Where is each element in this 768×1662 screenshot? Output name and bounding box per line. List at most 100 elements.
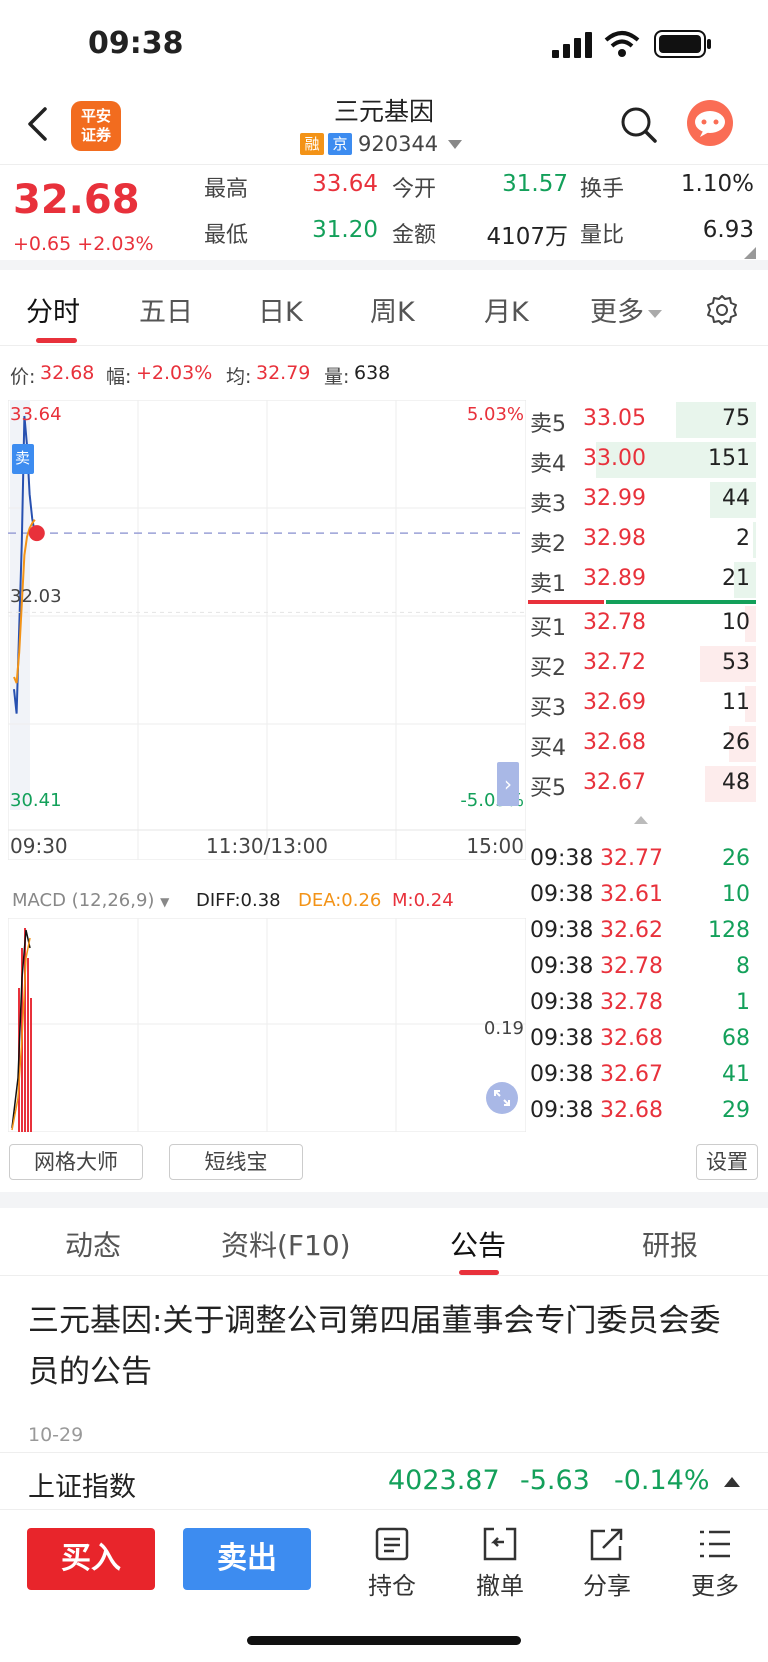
search-icon[interactable] bbox=[620, 106, 658, 144]
tick-row: 09:38 32.77 26 bbox=[528, 842, 756, 878]
tab-monthly-k[interactable]: 月K bbox=[484, 290, 529, 329]
expand-panel-button[interactable]: › bbox=[497, 762, 519, 806]
short-line-button[interactable]: 短线宝 bbox=[169, 1144, 303, 1180]
info-amp: +2.03% bbox=[136, 362, 213, 384]
tick-time: 09:38 bbox=[530, 954, 594, 979]
tab-weekly-k[interactable]: 周K bbox=[370, 290, 415, 329]
price-change: +0.65 +2.03% bbox=[13, 233, 154, 255]
chevron-up-icon[interactable] bbox=[724, 1475, 740, 1489]
change-percent: +2.03% bbox=[77, 233, 154, 255]
depth-level-label: 卖4 bbox=[530, 452, 566, 477]
tick-time: 09:38 bbox=[530, 882, 594, 907]
status-bar: 09:38 bbox=[0, 0, 768, 90]
exchange-tag: 京 bbox=[328, 133, 352, 155]
amount-label: 金额 bbox=[392, 223, 437, 248]
logo-line2: 证券 bbox=[80, 126, 111, 144]
chat-bubble-icon bbox=[695, 111, 725, 137]
low-label: 最低 bbox=[204, 223, 249, 248]
tick-volume: 29 bbox=[722, 1098, 750, 1123]
tab-intraday[interactable]: 分时 bbox=[26, 290, 80, 329]
bid-row[interactable]: 买1 32.78 10 bbox=[528, 604, 756, 644]
fullscreen-icon[interactable] bbox=[486, 1082, 518, 1114]
ask-row[interactable]: 卖3 32.99 44 bbox=[528, 480, 756, 520]
depth-bar bbox=[753, 522, 756, 558]
tab-daily-k[interactable]: 日K bbox=[258, 290, 303, 329]
bid-row[interactable]: 买3 32.69 11 bbox=[528, 684, 756, 724]
turnover-value: 1.10% bbox=[680, 171, 754, 197]
info-amp-label: 幅: bbox=[106, 366, 132, 388]
announcement-date: 10-29 bbox=[28, 1424, 84, 1446]
ask-row[interactable]: 卖5 33.05 75 bbox=[528, 400, 756, 440]
ask-row[interactable]: 卖4 33.00 151 bbox=[528, 440, 756, 480]
depth-price: 32.98 bbox=[583, 526, 646, 551]
tab-five-day[interactable]: 五日 bbox=[139, 290, 193, 329]
depth-volume: 151 bbox=[708, 446, 750, 471]
buy-button[interactable]: 买入 bbox=[27, 1528, 155, 1590]
buy-sell-strength-red bbox=[528, 600, 604, 604]
tab-more[interactable]: 更多 bbox=[590, 290, 662, 329]
ask-row[interactable]: 卖1 32.89 21 bbox=[528, 560, 756, 600]
gear-icon[interactable] bbox=[706, 294, 738, 326]
depth-level-label: 买3 bbox=[530, 696, 566, 721]
sell-button[interactable]: 卖出 bbox=[183, 1528, 311, 1590]
assistant-avatar[interactable] bbox=[687, 100, 733, 146]
settings-button[interactable]: 设置 bbox=[696, 1144, 758, 1180]
depth-price: 32.67 bbox=[583, 770, 646, 795]
change-value: +0.65 bbox=[13, 233, 72, 255]
tab-more-label: 更多 bbox=[590, 297, 644, 328]
grid-master-button[interactable]: 网格大师 bbox=[9, 1144, 143, 1180]
high-label: 最高 bbox=[204, 177, 249, 202]
ask-row[interactable]: 卖2 32.98 2 bbox=[528, 520, 756, 560]
chart-period-tabs: 分时 五日 日K 周K 月K 更多 bbox=[0, 270, 768, 346]
stock-code-row[interactable]: 融 京 920344 bbox=[300, 132, 463, 156]
intraday-chart[interactable]: 33.64 32.03 30.41 5.03% -5.03% 09:30 11:… bbox=[7, 399, 527, 861]
tab-announcement[interactable]: 公告 bbox=[450, 1224, 506, 1264]
bid-row[interactable]: 买5 32.67 48 bbox=[528, 764, 756, 804]
tab-f10[interactable]: 资料(F10) bbox=[221, 1224, 351, 1264]
menu-icon bbox=[700, 1530, 730, 1558]
more-label: 更多 bbox=[691, 1572, 739, 1600]
more-button[interactable]: 更多 bbox=[675, 1526, 755, 1606]
stock-header: 平安 证券 三元基因 融 京 920344 bbox=[0, 90, 768, 164]
corner-expand-icon[interactable] bbox=[744, 247, 756, 259]
tick-volume: 10 bbox=[722, 882, 750, 907]
cancel-order-button[interactable]: 撤单 bbox=[460, 1526, 540, 1606]
tick-price: 32.62 bbox=[600, 918, 663, 943]
bid-row[interactable]: 买2 32.72 53 bbox=[528, 644, 756, 684]
tick-row: 09:38 32.61 10 bbox=[528, 878, 756, 914]
low-value: 31.20 bbox=[312, 217, 378, 243]
holdings-button[interactable]: 持仓 bbox=[352, 1526, 432, 1606]
info-vol: 638 bbox=[354, 362, 391, 384]
index-value: 4023.87 bbox=[388, 1465, 500, 1496]
macd-chart[interactable]: 0.19 bbox=[7, 917, 527, 1133]
tick-volume: 8 bbox=[736, 954, 750, 979]
bid-row[interactable]: 买4 32.68 26 bbox=[528, 724, 756, 764]
tick-price: 32.78 bbox=[600, 954, 663, 979]
chevron-right-icon: › bbox=[504, 772, 512, 796]
tab-news[interactable]: 动态 bbox=[65, 1224, 121, 1264]
tick-volume: 26 bbox=[722, 846, 750, 871]
chevron-down-icon: ▼ bbox=[160, 895, 170, 909]
collapse-up-icon[interactable] bbox=[634, 814, 648, 826]
depth-price: 32.69 bbox=[583, 690, 646, 715]
amount-value: 4107万 bbox=[486, 224, 568, 250]
tab-research[interactable]: 研报 bbox=[642, 1224, 698, 1264]
trade-toolbar: 买入 卖出 持仓 撤单 分享 更多 bbox=[0, 1510, 768, 1662]
depth-volume: 48 bbox=[722, 770, 750, 795]
index-ticker[interactable]: 上证指数 4023.87 -5.63 -0.14% bbox=[0, 1452, 768, 1510]
depth-price: 33.05 bbox=[583, 406, 646, 431]
depth-volume: 53 bbox=[722, 650, 750, 675]
holdings-label: 持仓 bbox=[368, 1572, 416, 1600]
announcement-title[interactable]: 三元基因:关于调整公司第四届董事会专门委员会委员的公告 bbox=[28, 1296, 748, 1398]
tick-price: 32.78 bbox=[600, 990, 663, 1015]
high-value: 33.64 bbox=[312, 171, 378, 197]
tick-time: 09:38 bbox=[530, 1026, 594, 1051]
macd-selector[interactable]: MACD (12,26,9) ▼ bbox=[12, 890, 169, 911]
tick-time: 09:38 bbox=[530, 918, 594, 943]
status-time: 09:38 bbox=[88, 26, 184, 61]
home-indicator bbox=[247, 1636, 521, 1645]
depth-level-label: 买1 bbox=[530, 616, 566, 641]
crosshair-info: 价: 32.68 幅: +2.03% 均: 32.79 量: 638 bbox=[0, 358, 520, 388]
info-price: 32.68 bbox=[40, 362, 95, 384]
share-button[interactable]: 分享 bbox=[567, 1526, 647, 1606]
